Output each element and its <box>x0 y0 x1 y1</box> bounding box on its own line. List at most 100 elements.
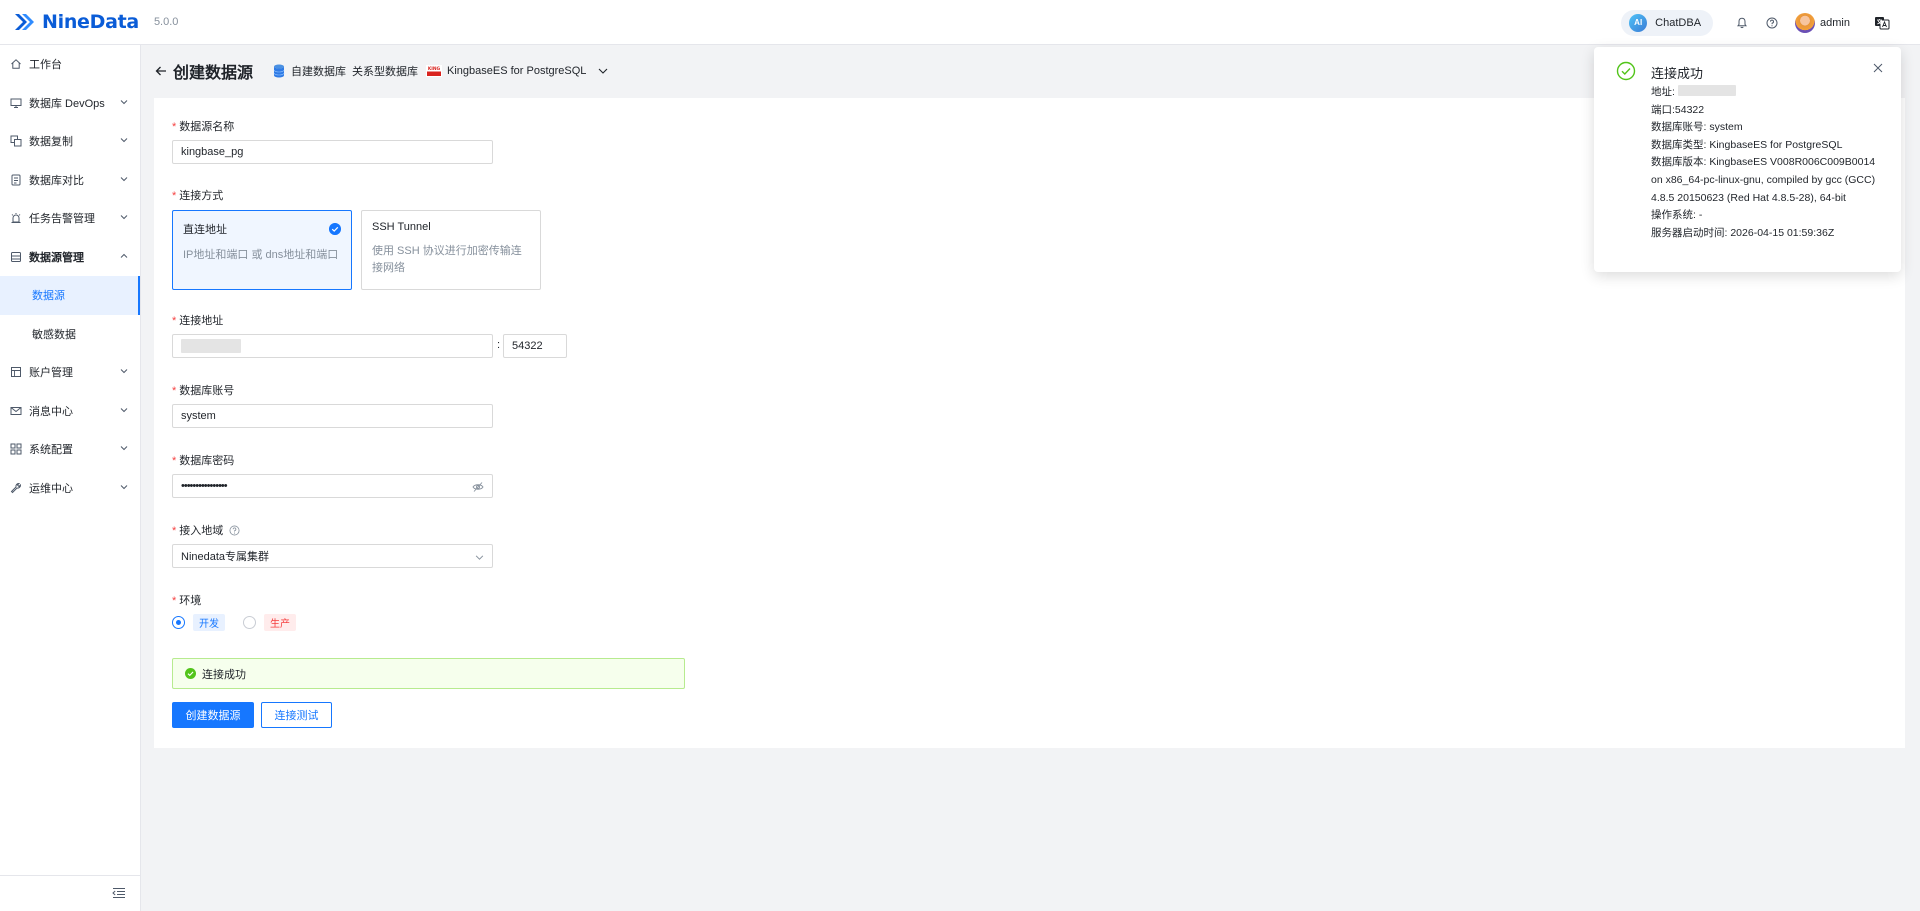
kingbase-logo-text: KING <box>428 66 441 72</box>
env-radio-dev[interactable]: 开发 <box>172 614 225 631</box>
sidebar-item-label: 消息中心 <box>29 405 73 418</box>
breadcrumb-item: 自建数据库 <box>291 66 347 78</box>
db-password-label: * 数据库密码 <box>172 455 235 467</box>
radio-dot <box>172 616 185 629</box>
chevron-down-icon[interactable] <box>598 66 608 76</box>
language-switch-icon[interactable] <box>1874 15 1890 31</box>
breadcrumb-item: 关系型数据库 <box>352 66 419 78</box>
chevron-down-icon <box>120 407 128 412</box>
chatdba-ai-icon: AI <box>1629 13 1648 32</box>
sidebar-item-label: 任务告警管理 <box>29 213 95 226</box>
check-icon <box>329 223 341 235</box>
sidebar-item-devops[interactable]: 数据库 DevOps <box>0 84 140 123</box>
sidebar-item-label: 工作台 <box>29 59 62 72</box>
bell-icon[interactable] <box>1734 15 1750 31</box>
connection-method-label: * 连接方式 <box>172 190 224 202</box>
database-cylinder-icon <box>273 64 285 78</box>
connection-success-alert: 连接成功 <box>172 658 685 689</box>
conn-option-direct[interactable]: 直连地址 IP地址和端口 或 dns地址和端口 <box>172 210 352 290</box>
compare-icon <box>11 174 21 186</box>
notify-line-address: 地址: <box>1651 84 1883 102</box>
notify-line: 数据库类型: KingbaseES for PostgreSQL <box>1651 138 1843 151</box>
notify-line: 操作系统: - <box>1651 209 1703 222</box>
notify-line: 端口:54322 <box>1651 103 1705 116</box>
alarm-icon <box>11 213 21 224</box>
connection-address-label: * 连接地址 <box>172 315 224 327</box>
chevron-down-icon <box>120 99 128 104</box>
help-icon[interactable] <box>1764 15 1780 31</box>
sidebar-item-label: 数据复制 <box>29 136 73 149</box>
breadcrumb-item: KingbaseES for PostgreSQL <box>447 65 587 77</box>
port-input[interactable]: 54322 <box>503 334 567 358</box>
sidebar-item-datasource-mgmt[interactable]: 数据源管理 <box>0 238 140 277</box>
notification-popup: 连接成功 地址: 端口:54322 数据库账号: system 数据库类型: K… <box>1594 47 1901 272</box>
chevron-up-icon <box>120 253 128 258</box>
datasource-name-input[interactable]: kingbase_pg <box>172 140 493 164</box>
chevron-down-icon <box>120 446 128 451</box>
sidebar-item-label: 运维中心 <box>29 482 73 495</box>
database-icon <box>11 251 21 262</box>
notification-title: 连接成功 <box>1651 66 1704 81</box>
version-label: 5.0.0 <box>153 16 179 28</box>
help-icon[interactable] <box>229 525 240 536</box>
sidebar-item-label: 数据库对比 <box>29 174 84 187</box>
chatdba-label: ChatDBA <box>1655 16 1702 29</box>
db-account-input[interactable]: system <box>172 404 493 428</box>
notify-line: 数据库账号: system <box>1651 121 1743 134</box>
datasource-name-label: * 数据源名称 <box>172 121 235 133</box>
sidebar-item-account[interactable]: 账户管理 <box>0 353 140 392</box>
copy-icon <box>10 135 22 147</box>
sidebar-item-system-config[interactable]: 系统配置 <box>0 430 140 469</box>
monitor-icon <box>10 98 22 108</box>
grid-icon <box>10 443 22 455</box>
close-icon[interactable] <box>1873 63 1883 73</box>
sidebar-item-messages[interactable]: 消息中心 <box>0 392 140 431</box>
sidebar-item-replication[interactable]: 数据复制 <box>0 122 140 161</box>
sidebar-subitem-label: 数据源 <box>32 290 65 303</box>
host-input[interactable] <box>172 334 493 358</box>
create-datasource-button[interactable]: 创建数据源 <box>172 702 254 728</box>
sidebar-item-label: 账户管理 <box>29 367 73 380</box>
sidebar-item-compare[interactable]: 数据库对比 <box>0 161 140 200</box>
sidebar: 工作台 数据库 DevOps 数据复制 数据库对比 任务告警管理 数据源管理 数… <box>0 45 141 911</box>
db-password-input[interactable]: •••••••••••••••• <box>172 474 493 498</box>
kingbase-logo-icon: KING <box>426 65 443 77</box>
env-tag-dev: 开发 <box>193 614 225 631</box>
home-icon <box>11 59 21 70</box>
sidebar-item-workbench[interactable]: 工作台 <box>0 45 140 84</box>
access-region-select[interactable]: Ninedata专属集群 <box>172 544 493 568</box>
notification-body: 地址: 端口:54322 数据库账号: system 数据库类型: Kingba… <box>1651 84 1883 242</box>
sidebar-item-alarm[interactable]: 任务告警管理 <box>0 199 140 238</box>
success-check-icon <box>185 668 196 679</box>
user-avatar[interactable] <box>1795 12 1816 33</box>
page-header: 创建数据源 自建数据库 关系型数据库 KING KingbaseES for P… <box>154 56 608 86</box>
notify-line: 数据库版本: KingbaseES V008R006C009B0014 on x… <box>1651 156 1876 204</box>
sidebar-item-label: 系统配置 <box>29 444 73 457</box>
chatdba-button[interactable]: AI ChatDBA <box>1621 9 1714 36</box>
chevron-down-icon <box>120 176 128 181</box>
masked-host-value <box>181 339 241 353</box>
environment-label: * 环境 <box>172 595 202 607</box>
account-icon <box>11 367 21 378</box>
chevron-down-icon <box>120 215 128 220</box>
eye-hidden-icon[interactable] <box>472 481 484 493</box>
sidebar-subitem-sensitive-data[interactable]: 敏感数据 <box>0 315 140 354</box>
conn-option-desc: IP地址和端口 或 dns地址和端口 <box>183 249 339 261</box>
conn-option-ssh[interactable]: SSH Tunnel 使用 SSH 协议进行加密传输连接网络 <box>361 210 541 290</box>
ninedata-logo-icon <box>15 14 34 30</box>
test-connection-button[interactable]: 连接测试 <box>261 702 332 728</box>
collapse-sidebar-icon[interactable] <box>112 887 126 899</box>
user-name[interactable]: admin <box>1820 17 1850 29</box>
env-radio-prod[interactable]: 生产 <box>243 614 296 631</box>
logo[interactable]: NineData <box>12 10 139 34</box>
conn-option-title: SSH Tunnel <box>372 221 431 233</box>
chevron-down-icon <box>120 138 128 143</box>
mail-icon <box>10 406 22 415</box>
back-arrow-icon[interactable] <box>154 64 168 78</box>
header-actions: AI ChatDBA admin <box>1621 0 1920 45</box>
sidebar-footer <box>0 875 140 911</box>
sidebar-item-ops-center[interactable]: 运维中心 <box>0 469 140 508</box>
sidebar-subitem-datasource[interactable]: 数据源 <box>0 276 140 315</box>
wrench-icon <box>10 482 21 493</box>
conn-option-desc: 使用 SSH 协议进行加密传输连接网络 <box>372 245 522 274</box>
